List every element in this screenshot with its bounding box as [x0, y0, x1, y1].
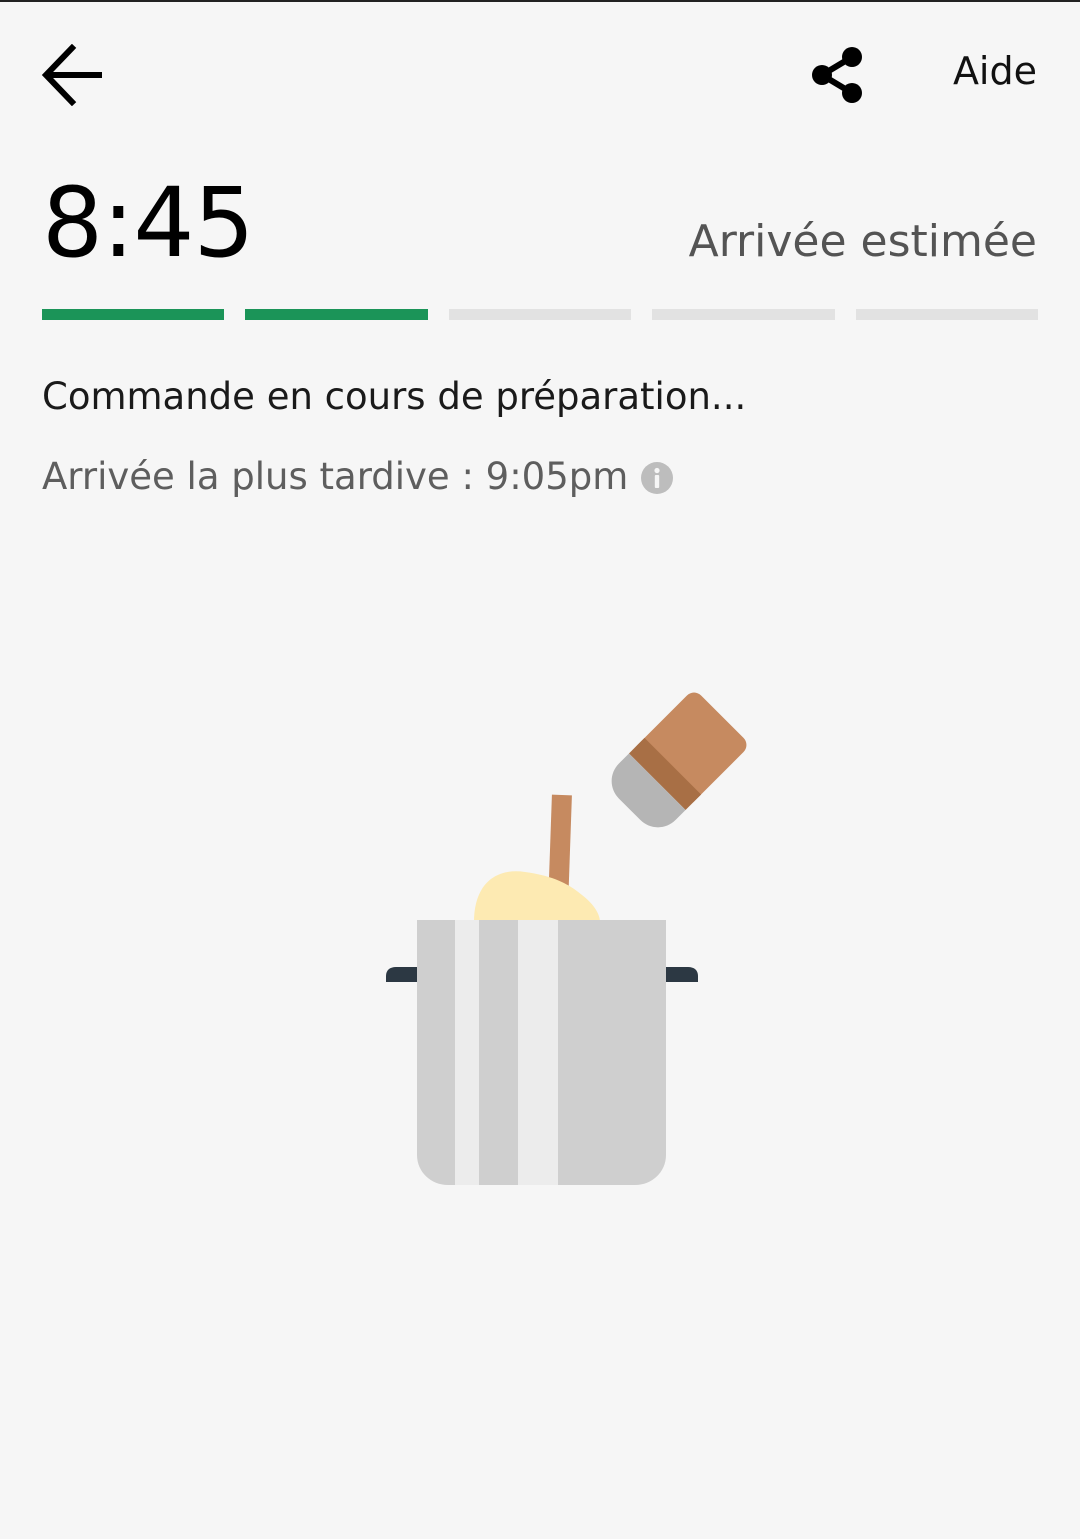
latest-arrival-row: Arrivée la plus tardive : 9:05pm — [42, 454, 674, 500]
progress-step-5 — [855, 309, 1039, 320]
share-button[interactable] — [808, 46, 868, 104]
info-icon[interactable] — [640, 460, 674, 494]
eta-time: 8:45 — [42, 167, 255, 279]
salt-shaker — [611, 692, 747, 828]
back-button[interactable] — [40, 43, 106, 107]
share-icon — [812, 47, 862, 103]
eta-label: Arrivée estimée — [688, 216, 1037, 267]
help-link[interactable]: Aide — [953, 48, 1037, 94]
order-status-title: Commande en cours de préparation... — [42, 375, 747, 418]
header: Aide — [0, 0, 1080, 150]
food — [474, 871, 600, 922]
progress-step-2 — [245, 309, 428, 320]
cooking-pot-illustration — [380, 680, 760, 1200]
pot-stripe-2 — [518, 920, 558, 1185]
progress-step-4 — [652, 309, 835, 320]
order-progress-bar — [42, 309, 1039, 320]
progress-step-3 — [448, 309, 632, 320]
pot-stripe-1 — [455, 920, 479, 1185]
progress-step-1 — [42, 309, 225, 320]
arrow-left-icon — [41, 43, 102, 107]
latest-arrival-text: Arrivée la plus tardive : 9:05pm — [42, 455, 629, 498]
